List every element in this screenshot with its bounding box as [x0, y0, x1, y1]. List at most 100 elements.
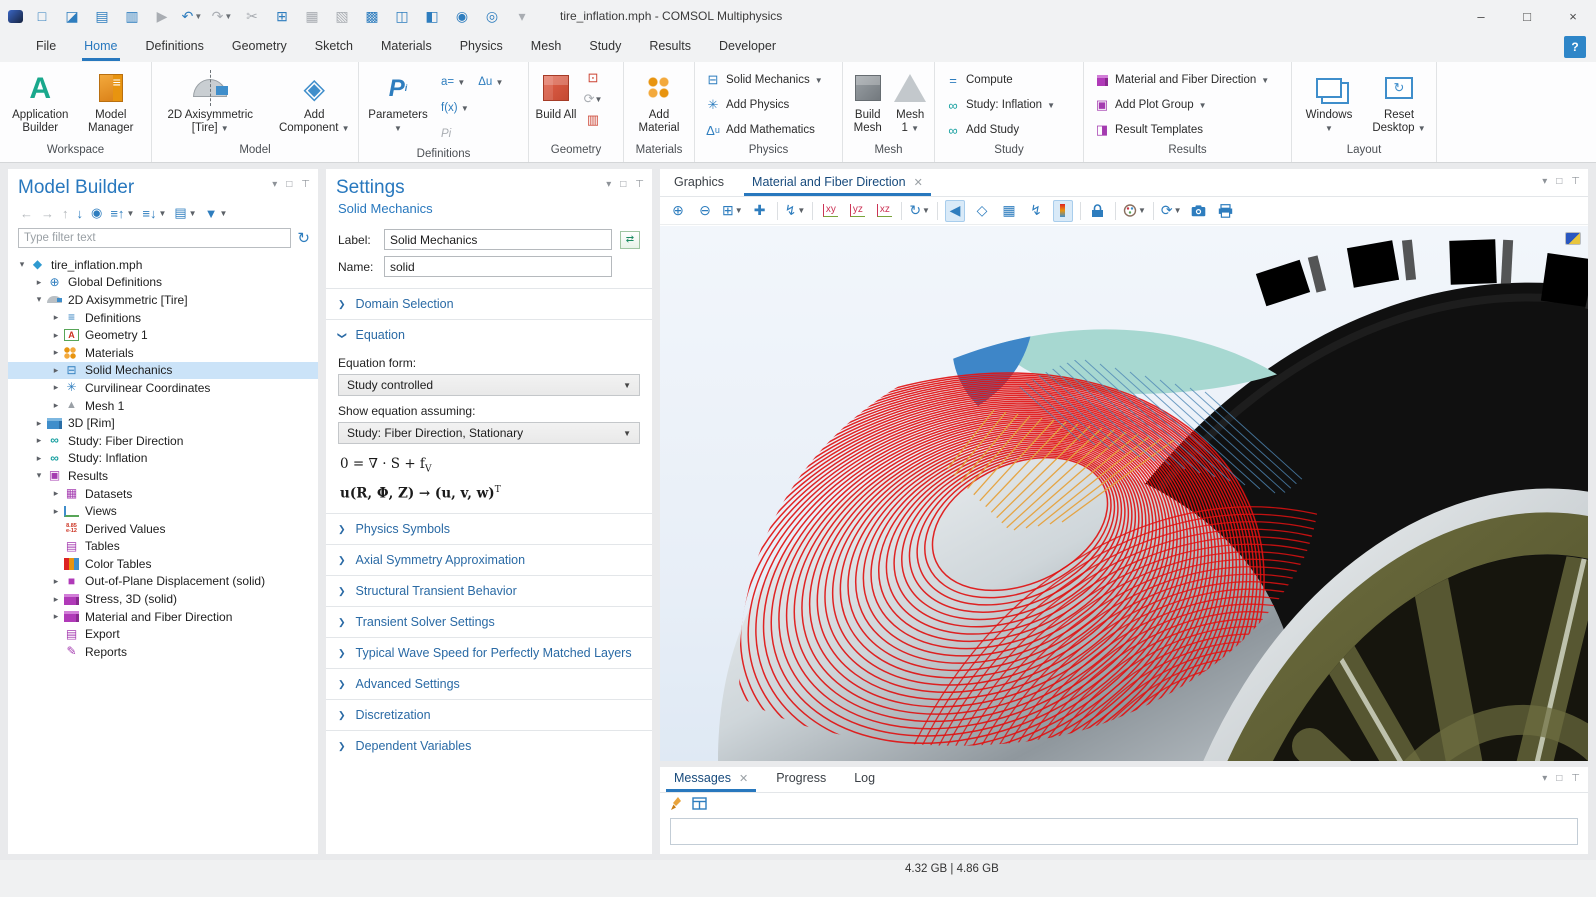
save-as-icon[interactable]: ▥ [119, 4, 145, 28]
zoom-extents-icon[interactable]: ✚ [750, 200, 770, 222]
add-component-button[interactable]: ◈ Add Component ▼ [277, 68, 352, 135]
section-advanced-settings[interactable]: ❯Advanced Settings [326, 668, 652, 699]
tree-node-views[interactable]: ▸Views [8, 502, 318, 520]
insert-sequence-icon[interactable]: ⊡ [585, 70, 601, 86]
add-mathematics-button[interactable]: Δu Add Mathematics [705, 118, 815, 142]
pin-panel-icon[interactable]: ⊤ [635, 179, 644, 190]
tree-node-material-and-fiber-direction[interactable]: ▸Material and Fiber Direction [8, 608, 318, 626]
label-input[interactable] [384, 229, 612, 250]
section-discretization[interactable]: ❯Discretization [326, 699, 652, 730]
equation-form-select[interactable]: Study controlled▼ [338, 374, 640, 396]
tree-node-study-inflation[interactable]: ▸∞Study: Inflation [8, 450, 318, 468]
refresh-icon[interactable]: ↻ [297, 229, 310, 247]
view-yz-icon[interactable]: yz [847, 200, 867, 222]
paste-icon[interactable]: ▦ [299, 4, 325, 28]
new-file-icon[interactable]: □ [29, 4, 55, 28]
section-physics-symbols[interactable]: ❯Physics Symbols [326, 513, 652, 544]
section-structural-transient[interactable]: ❯Structural Transient Behavior [326, 575, 652, 606]
tree-node-tables[interactable]: ▤Tables [8, 538, 318, 556]
compute-button[interactable]: = Compute [945, 68, 1013, 92]
axisymmetric-component-button[interactable]: 2D Axisymmetric [Tire] ▼ [158, 68, 263, 135]
tree-node-2d-axisymmetric-tire[interactable]: ▾2D Axisymmetric [Tire] [8, 291, 318, 309]
menu-home[interactable]: Home [70, 32, 131, 62]
zoom-to-selection-icon[interactable]: ◉ [449, 4, 475, 28]
grid-icon[interactable]: ▦ [999, 200, 1019, 222]
open-table-icon[interactable] [692, 797, 707, 813]
deselect-icon[interactable]: ◧ [419, 4, 445, 28]
maximize-button[interactable]: □ [1504, 0, 1550, 32]
menu-sketch[interactable]: Sketch [301, 32, 367, 62]
open-icon[interactable]: ◪ [59, 4, 85, 28]
add-plot-group-button[interactable]: ▣ Add Plot Group▼ [1094, 93, 1207, 117]
menu-file[interactable]: File [22, 32, 70, 62]
tree-filter-input[interactable] [18, 228, 291, 248]
help-button[interactable]: ? [1564, 36, 1586, 58]
nonlocal-couplings-button[interactable]: Δu ▼ [478, 76, 503, 88]
scene-light-icon[interactable]: ◀ [945, 200, 965, 222]
plot-context-icon[interactable] [1565, 232, 1581, 245]
parameters-button[interactable]: Pi Parameters▼ [365, 68, 431, 135]
application-builder-button[interactable]: A Application Builder [6, 68, 75, 135]
update-icon[interactable]: ⟳▼ [1161, 200, 1182, 222]
float-panel-icon[interactable]: □ [1556, 176, 1562, 187]
section-dependent-variables[interactable]: ❯Dependent Variables [326, 730, 652, 761]
panel-menu-icon[interactable]: ▾ [1542, 773, 1547, 784]
tree-node-results[interactable]: ▾▣Results [8, 467, 318, 485]
pin-panel-icon[interactable]: ⊤ [301, 179, 310, 190]
tree-node-3d-rim[interactable]: ▸3D [Rim] [8, 414, 318, 432]
plot-group-select-button[interactable]: Material and Fiber Direction▼ [1094, 68, 1269, 92]
paste-special-icon[interactable]: ▧ [329, 4, 355, 28]
tab-progress[interactable]: Progress [762, 764, 840, 792]
search-icon[interactable]: ◎ [479, 4, 505, 28]
tree-node-global-definitions[interactable]: ▸⊕Global Definitions [8, 274, 318, 292]
save-icon[interactable]: ▤ [89, 4, 115, 28]
add-study-button[interactable]: ∞ Add Study [945, 118, 1019, 142]
study-select-button[interactable]: ∞ Study: Inflation▼ [945, 93, 1055, 117]
rebuild-icon[interactable]: ⟳▼ [585, 91, 601, 107]
name-input[interactable] [384, 256, 612, 277]
tree-node-materials[interactable]: ▸Materials [8, 344, 318, 362]
select-icon[interactable]: ◫ [389, 4, 415, 28]
build-all-button[interactable]: Build All [535, 68, 577, 122]
tab-graphics[interactable]: Graphics [660, 168, 738, 196]
tree-node-out-of-plane-displacement-solid[interactable]: ▸■Out-of-Plane Displacement (solid) [8, 573, 318, 591]
tree-node-reports[interactable]: ✎Reports [8, 643, 318, 661]
section-axial-symmetry[interactable]: ❯Axial Symmetry Approximation [326, 544, 652, 575]
functions-button[interactable]: f(x) ▼ [441, 102, 469, 114]
close-tab-icon[interactable]: ✕ [914, 176, 923, 189]
expand-all-icon[interactable]: ≡↓▼ [142, 206, 166, 221]
close-button[interactable]: × [1550, 0, 1596, 32]
panel-menu-icon[interactable]: ▾ [606, 179, 611, 190]
messages-output[interactable] [670, 818, 1578, 845]
model-tree-nodes-icon[interactable]: ▤▼ [174, 205, 196, 221]
tree-node-curvilinear-coordinates[interactable]: ▸✳Curvilinear Coordinates [8, 379, 318, 397]
zoom-out-icon[interactable]: ⊖ [695, 200, 715, 222]
delete-sequence-icon[interactable]: ▥ [585, 112, 601, 128]
zoom-in-icon[interactable]: ⊕ [668, 200, 688, 222]
redo-icon[interactable]: ↷▼ [209, 4, 235, 28]
tree-node-export[interactable]: ▤Export [8, 625, 318, 643]
physics-interface-select[interactable]: ⊟ Solid Mechanics▼ [705, 68, 823, 92]
color-theme-icon[interactable]: ▼ [1123, 200, 1146, 222]
color-legend-icon[interactable] [1053, 200, 1073, 222]
section-equation[interactable]: ❯Equation [326, 319, 652, 350]
tab-material-and-fiber-direction[interactable]: Material and Fiber Direction✕ [738, 168, 937, 196]
tree-node-study-fiber-direction[interactable]: ▸∞Study: Fiber Direction [8, 432, 318, 450]
forward-icon[interactable]: → [41, 206, 54, 221]
copy-icon[interactable]: ⊞ [269, 4, 295, 28]
pin-panel-icon[interactable]: ⊤ [1571, 176, 1580, 187]
tree-node-color-tables[interactable]: Color Tables [8, 555, 318, 573]
variables-button[interactable]: a= ▼ [441, 76, 465, 88]
tree-node-solid-mechanics[interactable]: ▸⊟Solid Mechanics [8, 362, 318, 380]
tree-node-stress-3d-solid[interactable]: ▸Stress, 3D (solid) [8, 590, 318, 608]
undo-icon[interactable]: ↶▼ [179, 4, 205, 28]
menu-definitions[interactable]: Definitions [132, 32, 218, 62]
add-material-button[interactable]: Add Material [630, 68, 688, 135]
tree-node-derived-values[interactable]: 8.85e-12Derived Values [8, 520, 318, 538]
move-down-icon[interactable]: ↓ [77, 206, 84, 221]
tree-node-datasets[interactable]: ▸▦Datasets [8, 485, 318, 503]
show-axes-icon[interactable]: ↯ [1026, 200, 1046, 222]
collapse-all-icon[interactable]: ≡↑▼ [110, 206, 134, 221]
mesh-select-button[interactable]: Mesh 1 ▼ [892, 68, 928, 135]
lock-icon[interactable] [1088, 200, 1108, 222]
